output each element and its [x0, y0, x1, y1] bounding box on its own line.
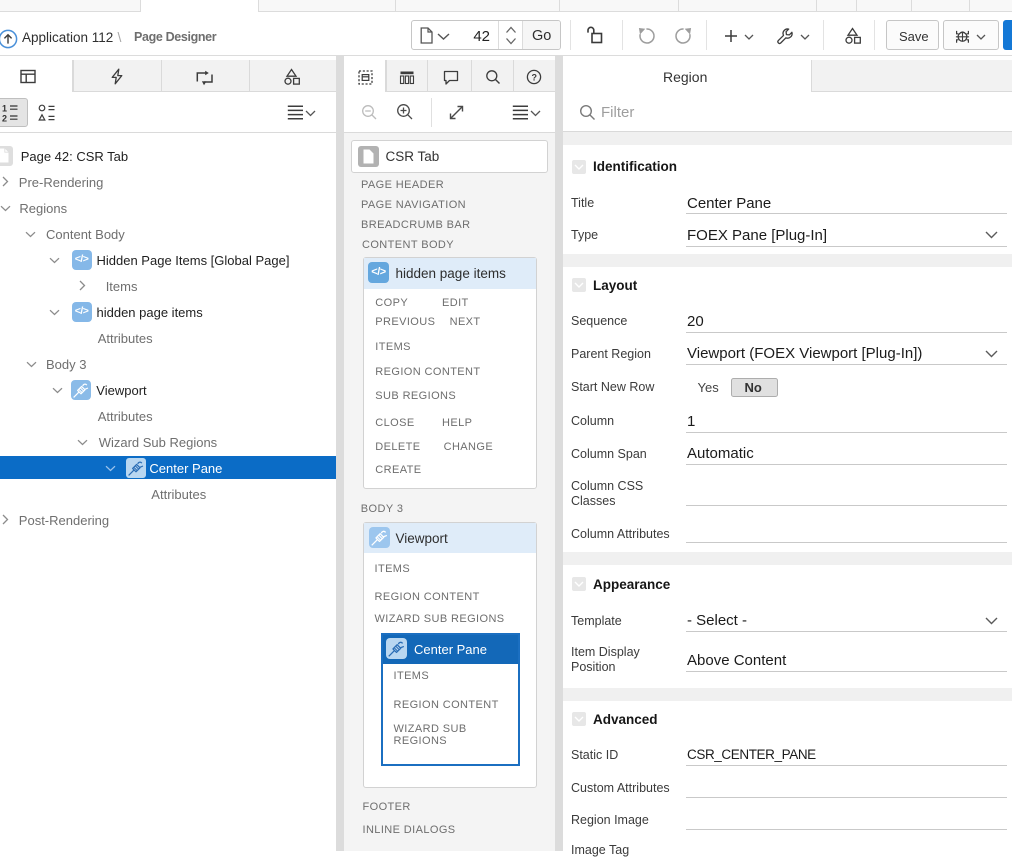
svg-text:?: ?: [532, 72, 538, 82]
svg-text:2: 2: [2, 114, 7, 124]
svg-text:1: 1: [2, 104, 7, 114]
